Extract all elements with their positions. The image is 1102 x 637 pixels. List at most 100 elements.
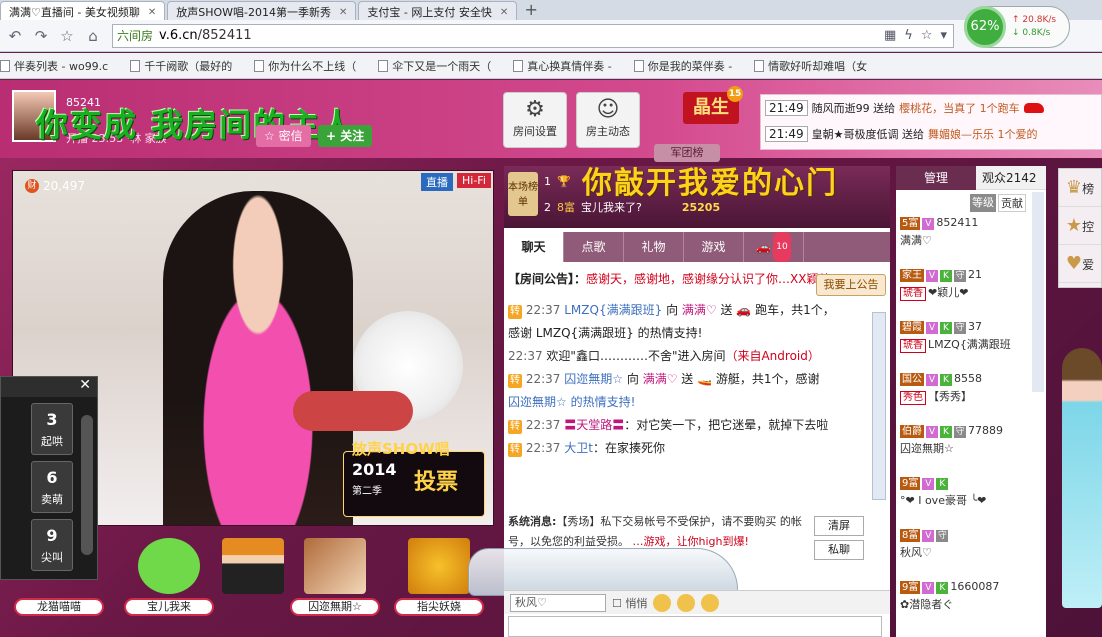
cheer-item[interactable]: 6 卖萌 — [31, 461, 73, 513]
audience-scrollbar[interactable] — [1032, 192, 1044, 392]
bookmark-item[interactable]: 伞下又是一个雨天（ — [378, 58, 491, 74]
bookmark-star-icon[interactable]: ☆ — [921, 28, 933, 43]
repost-badge[interactable]: 转 — [508, 420, 522, 434]
msg-user[interactable]: 大卫t — [564, 441, 593, 455]
fan-seat[interactable] — [208, 538, 298, 594]
msg-user[interactable]: 囚迩無期☆ — [564, 372, 623, 386]
close-tab-icon[interactable]: ✕ — [148, 7, 156, 18]
post-notice-button[interactable]: 我要上公告 — [816, 274, 886, 296]
bookmark-item[interactable]: 伴奏列表 - wo99.c — [0, 58, 108, 74]
sort-level[interactable]: 等级 — [970, 194, 996, 212]
star-label: 控 — [1082, 220, 1095, 234]
tab-gifts[interactable]: 礼物 — [624, 232, 684, 262]
repost-badge[interactable]: 转 — [508, 305, 522, 319]
fan-name: 指尖妖娆 — [394, 598, 484, 616]
user-level: 家王 — [900, 269, 924, 282]
msg-target[interactable]: 满满♡ — [682, 303, 717, 317]
private-chat-button[interactable]: 私聊 — [814, 540, 864, 560]
recipient-select[interactable]: 秋风♡ — [510, 593, 606, 612]
heart-button[interactable]: ♥爱 — [1059, 245, 1101, 283]
tab-games[interactable]: 游戏 — [684, 232, 744, 262]
audience-row[interactable]: 碧霞 V K 守 37 琥香 LMZQ{满满跟班 — [900, 318, 1040, 354]
hifi-badge[interactable]: Hi-Fi — [457, 173, 491, 188]
guard-icon: 守 — [936, 530, 949, 542]
star-button[interactable]: ★控 — [1059, 207, 1101, 245]
msg-target[interactable]: 满满♡ — [643, 372, 678, 386]
tab-label: 满满♡直播间 - 美女视频聊 — [9, 6, 140, 19]
trophy-icon: 🏆 — [557, 174, 571, 188]
rank-level: 8富 — [557, 201, 575, 214]
home-icon[interactable]: ⌂ — [82, 25, 104, 47]
vip-icon[interactable] — [677, 593, 696, 612]
ticker-user[interactable]: 樱桃花，当真了 1个跑车 — [899, 100, 1020, 116]
audience-row[interactable]: 9富 V K °❤ I ove豪哥 ╰❤ — [900, 474, 1040, 510]
whisper-checkbox[interactable]: ☐ 悄悄 — [612, 595, 647, 611]
emoji-icon[interactable] — [653, 593, 672, 612]
close-tab-icon[interactable]: ✕ — [500, 7, 508, 18]
tab-live-room[interactable]: 满满♡直播间 - 美女视频聊 ✕ — [0, 1, 166, 20]
new-tab-button[interactable]: + — [519, 2, 543, 20]
fan-seat[interactable]: 龙猫喵喵 — [14, 538, 104, 616]
fan-seat[interactable]: 囚迩無期☆ — [290, 538, 380, 616]
room-settings-button[interactable]: ⚙ 房间设置 — [503, 92, 567, 148]
sys-link[interactable]: …游戏，让你high到爆! — [633, 535, 749, 548]
chat-scrollbar[interactable] — [872, 312, 886, 500]
follow-button[interactable]: + 关注 — [318, 125, 373, 147]
close-tab-icon[interactable]: ✕ — [339, 7, 347, 18]
audience-row[interactable]: 8富 V 守秋风♡ — [900, 526, 1040, 562]
bookmark-item[interactable]: 情歌好听却难唱（女 — [754, 58, 867, 74]
ticker-time: 21:49 — [765, 126, 808, 142]
forward-icon[interactable]: ↷ — [30, 25, 52, 47]
upload-value: 20.8K/s — [1022, 15, 1057, 25]
fan-seat[interactable]: 宝儿我来 — [124, 538, 214, 616]
tab-chat[interactable]: 聊天 — [504, 232, 564, 262]
cheer-scrollbar[interactable] — [81, 415, 93, 555]
ticker-user[interactable]: 舞媚娘—乐乐 1个爱的 — [928, 126, 1038, 142]
favorite-star-icon[interactable]: ☆ — [56, 25, 78, 47]
audience-row[interactable]: 国公 V K 8558 秀色 【秀秀】 — [900, 370, 1040, 406]
tab-songs[interactable]: 点歌 — [564, 232, 624, 262]
crown-button[interactable]: ♛榜 — [1059, 169, 1101, 207]
lightning-icon[interactable]: ϟ — [904, 28, 913, 43]
back-icon[interactable]: ↶ — [4, 25, 26, 47]
sort-contribution[interactable]: 贡献 — [998, 194, 1026, 212]
tab-cars[interactable]: 🚗 10 — [744, 232, 804, 262]
repost-badge[interactable]: 转 — [508, 374, 522, 388]
tab-viewers[interactable]: 观众2142 — [976, 169, 1037, 186]
vote-banner[interactable]: 放声SHOW唱 2014 第二季 投票 — [343, 440, 485, 517]
bookmark-item[interactable]: 真心换真情伴奏 - — [513, 58, 612, 74]
audience-row[interactable]: 家王 V K 守 21 琥香 ❤颖儿❤ — [900, 266, 1040, 302]
bookmark-item[interactable]: 你是我的菜伴奏 - — [633, 58, 732, 74]
host-feed-button[interactable]: ☺ 房主动态 — [576, 92, 640, 148]
tab-managers[interactable]: 管理 — [896, 165, 976, 190]
bookmark-item[interactable]: 千千阙歌（最好的 — [130, 58, 232, 74]
message-button[interactable]: ☆ 密信 — [256, 125, 311, 147]
clear-screen-button[interactable]: 清屏 — [814, 516, 864, 536]
chat-message-input[interactable] — [508, 616, 882, 637]
user-level: 9富 — [900, 581, 921, 594]
dropdown-icon[interactable]: ▾ — [940, 28, 947, 43]
tab-fangsheng[interactable]: 放声SHOW唱-2014第一季新秀 ✕ — [167, 1, 357, 20]
upload-rate: ↑ 20.8K/s — [1012, 15, 1057, 25]
guard-icon[interactable] — [701, 593, 720, 612]
network-speed-widget[interactable]: 62% ↑ 20.8K/s ↓ 0.8K/s — [964, 6, 1070, 48]
qr-icon[interactable]: ▦ — [884, 28, 896, 43]
user-id: 8558 — [954, 372, 982, 385]
live-badge: 直播 — [421, 173, 453, 191]
star-level-badge[interactable]: 晶生 15 — [683, 86, 743, 124]
sys-label: 系统消息: — [508, 515, 557, 528]
msg-user[interactable]: LMZQ{满满跟班} — [564, 303, 662, 317]
bookmark-item[interactable]: 你为什么不上线（ — [254, 58, 356, 74]
audience-row[interactable]: 伯爵 V K 守 77889 囚迩無期☆ — [900, 422, 1040, 458]
user-level: 5富 — [900, 217, 921, 230]
ticker-time: 21:49 — [765, 100, 808, 116]
audience-row[interactable]: 9富 V K 1660087 ✿潜隐者ぐ — [900, 578, 1040, 614]
cheer-panel-close[interactable]: ✕ — [1, 377, 97, 397]
ticker-row: 21:49 随风而逝99 送给 樱桃花，当真了 1个跑车 — [761, 95, 1101, 121]
cheer-item[interactable]: 3 起哄 — [31, 403, 73, 455]
url-input[interactable]: 六间房 v.6.cn/852411 ▦ ϟ ☆ ▾ — [112, 23, 954, 48]
msg-user[interactable]: 〓天堂路〓 — [564, 418, 624, 432]
repost-badge[interactable]: 转 — [508, 443, 522, 457]
tab-alipay[interactable]: 支付宝 - 网上支付 安全快 ✕ — [358, 1, 518, 20]
audience-row[interactable]: 5富 V 852411 满满♡ — [900, 214, 1040, 250]
